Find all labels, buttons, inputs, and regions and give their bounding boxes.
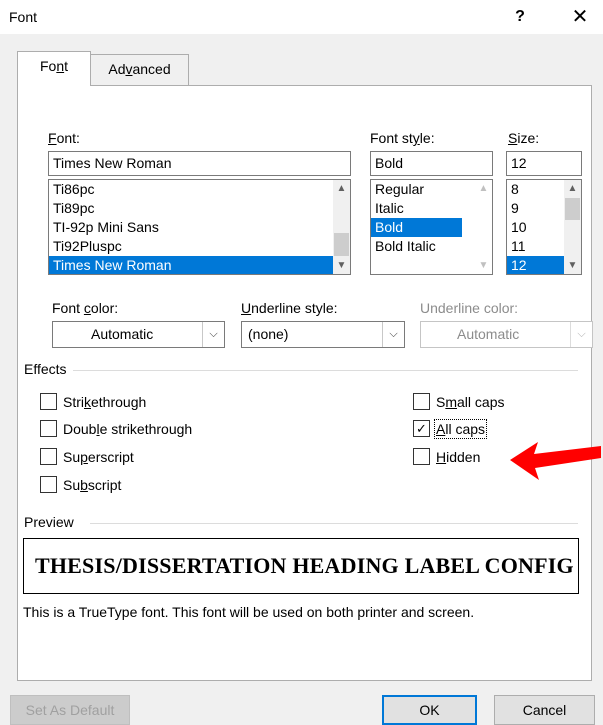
list-item[interactable]: Bold Italic: [371, 237, 475, 256]
scroll-up-icon: ▲: [478, 183, 489, 194]
cancel-button[interactable]: Cancel: [494, 695, 595, 725]
font-style-list[interactable]: Regular Italic Bold Bold Italic ▲ ▼: [370, 179, 493, 275]
scroll-down-icon[interactable]: ▼: [333, 257, 350, 274]
help-button[interactable]: ?: [505, 2, 535, 32]
double-strikethrough-checkbox[interactable]: Double strikethrough: [40, 420, 192, 437]
truetype-note: This is a TrueType font. This font will …: [23, 604, 475, 620]
dialog-client-area: Font Advanced Font: Times New Roman Ti86…: [0, 34, 603, 725]
list-item-selected[interactable]: 12: [507, 256, 564, 274]
underline-style-label: Underline style:: [241, 300, 338, 316]
font-name-input[interactable]: Times New Roman: [48, 151, 351, 176]
subscript-checkbox[interactable]: Subscript: [40, 476, 121, 493]
size-input[interactable]: 12: [506, 151, 582, 176]
list-item[interactable]: Ti86pc: [49, 180, 350, 199]
checkbox-box[interactable]: [40, 448, 57, 465]
dialog-titlebar: Font ? ✕: [0, 0, 603, 34]
tab-font[interactable]: Font: [17, 51, 91, 86]
scrollbar-thumb[interactable]: [565, 198, 580, 220]
scroll-down-icon[interactable]: ▼: [564, 257, 581, 274]
list-item[interactable]: Regular: [371, 180, 475, 199]
list-item[interactable]: Ti89pc: [49, 199, 350, 218]
strikethrough-checkbox[interactable]: Strikethrough: [40, 393, 146, 410]
set-as-default-button: Set As Default: [10, 695, 130, 725]
size-list[interactable]: 8 9 10 11 12 ▲ ▼: [506, 179, 582, 275]
preview-heading: Preview: [24, 514, 80, 530]
list-item[interactable]: TI-92p Mini Sans: [49, 218, 350, 237]
close-button[interactable]: ✕: [563, 2, 597, 32]
small-caps-checkbox[interactable]: Small caps: [413, 393, 504, 410]
tab-advanced[interactable]: Advanced: [91, 54, 189, 85]
chevron-down-icon[interactable]: ⌵: [202, 322, 224, 347]
scrollbar-thumb[interactable]: [334, 233, 349, 256]
scroll-up-icon[interactable]: ▲: [333, 180, 350, 197]
underline-style-dropdown[interactable]: (none) ⌵: [241, 321, 405, 348]
checkbox-box[interactable]: [413, 393, 430, 410]
font-list-scrollbar[interactable]: ▲ ▼: [333, 180, 350, 274]
font-color-dropdown[interactable]: Automatic ⌵: [52, 321, 225, 348]
checkbox-box[interactable]: [40, 393, 57, 410]
checkmark-icon[interactable]: ✓: [413, 420, 430, 437]
checkbox-box[interactable]: [40, 420, 57, 437]
font-name-list[interactable]: Ti86pc Ti89pc TI-92p Mini Sans Ti92Plusp…: [48, 179, 351, 275]
ok-button[interactable]: OK: [382, 695, 477, 725]
underline-color-dropdown: Automatic ⌵: [420, 321, 593, 348]
font-label: Font:: [48, 130, 80, 146]
font-style-input[interactable]: Bold: [370, 151, 493, 176]
effects-divider: [68, 370, 578, 371]
dialog-title: Font: [9, 9, 38, 25]
font-color-value: Automatic: [91, 326, 154, 342]
checkbox-box[interactable]: [40, 476, 57, 493]
font-color-label: Font color:: [52, 300, 119, 316]
chevron-down-icon: ⌵: [570, 322, 592, 347]
scroll-down-icon: ▼: [478, 260, 489, 271]
underline-color-label: Underline color:: [420, 300, 519, 316]
all-caps-checkbox[interactable]: ✓ All caps: [413, 418, 488, 439]
hidden-checkbox[interactable]: Hidden: [413, 448, 480, 465]
font-style-scrollbar: ▲ ▼: [475, 180, 492, 274]
scroll-up-icon[interactable]: ▲: [564, 180, 581, 197]
superscript-checkbox[interactable]: Superscript: [40, 448, 134, 465]
preview-text: THESIS/DISSERTATION HEADING LABEL CONFIG: [35, 553, 574, 578]
list-item[interactable]: Ti92Pluspc: [49, 237, 350, 256]
size-label: Size:: [508, 130, 540, 146]
size-list-scrollbar[interactable]: ▲ ▼: [564, 180, 581, 274]
list-item-selected[interactable]: Bold: [371, 218, 462, 237]
underline-style-value: (none): [248, 326, 289, 342]
preview-divider: [90, 523, 578, 524]
underline-color-value: Automatic: [457, 326, 520, 342]
annotation-arrow-icon: [510, 442, 601, 480]
effects-heading: Effects: [24, 361, 73, 377]
checkbox-box[interactable]: [413, 448, 430, 465]
list-item-selected[interactable]: Times New Roman: [49, 256, 333, 274]
chevron-down-icon[interactable]: ⌵: [382, 322, 404, 347]
preview-box: THESIS/DISSERTATION HEADING LABEL CONFIG: [23, 538, 579, 594]
list-item[interactable]: Italic: [371, 199, 475, 218]
font-style-label: Font style:: [370, 130, 435, 146]
